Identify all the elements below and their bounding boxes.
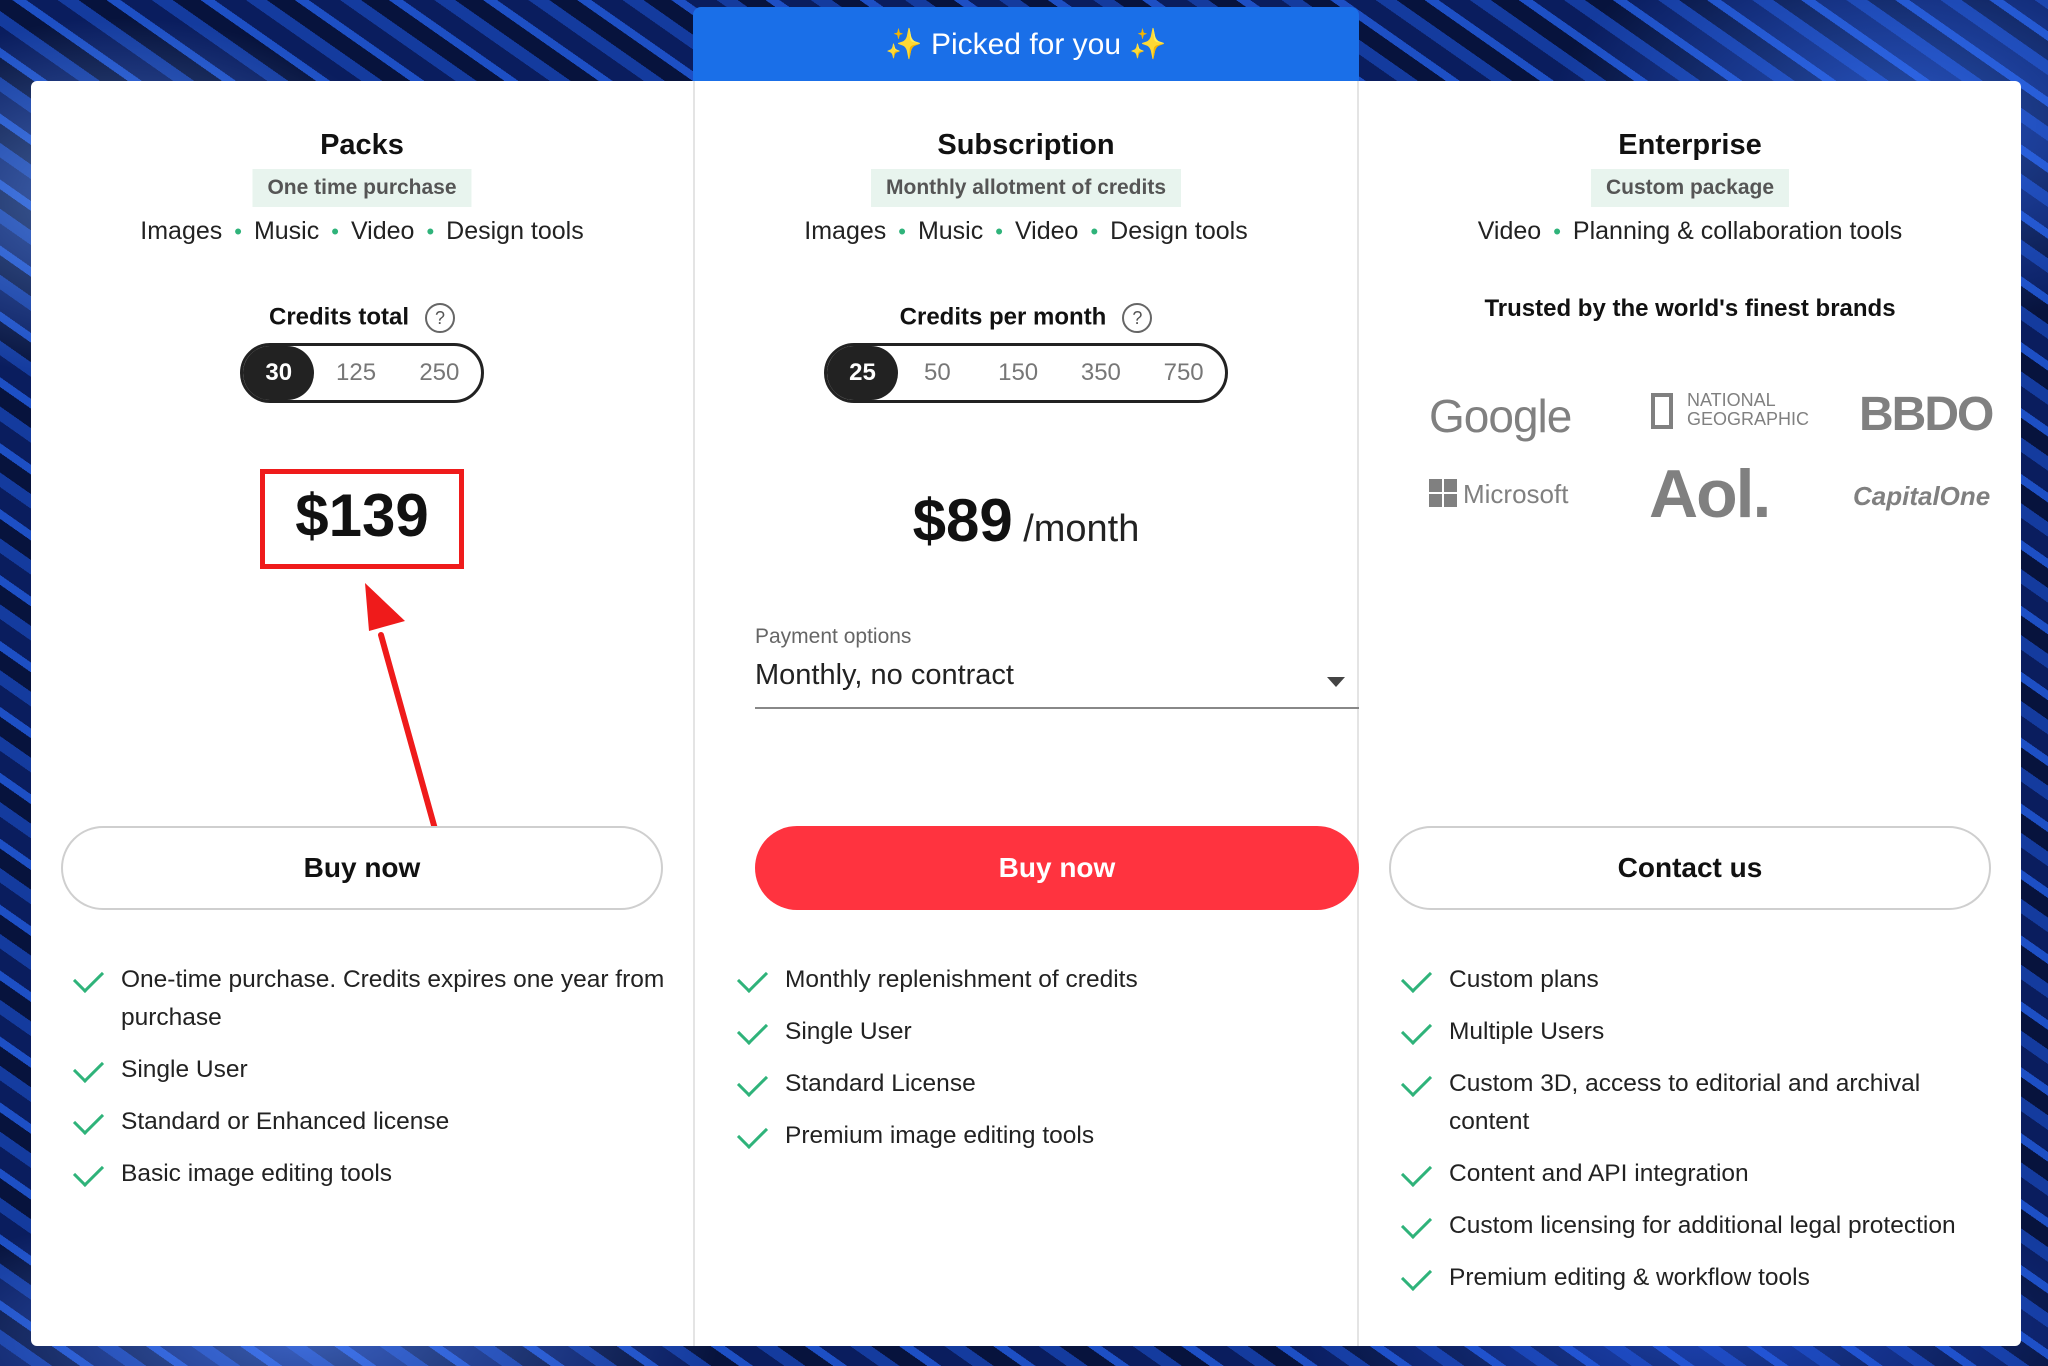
- check-icon: [72, 1051, 105, 1084]
- check-icon: [1400, 961, 1433, 994]
- list-item: Single User: [71, 1051, 673, 1089]
- check-icon: [736, 1117, 769, 1150]
- plan-tag: One time purchase: [252, 169, 472, 207]
- plan-features: Video • Planning & collaboration tools: [1477, 217, 1903, 245]
- list-item: One-time purchase. Credits expires one y…: [71, 961, 673, 1037]
- packs-benefits: One-time purchase. Credits expires one y…: [71, 961, 673, 1207]
- microsoft-logo: Microsoft: [1429, 479, 1568, 510]
- credits-selector: 25 50 150 350 750: [824, 343, 1228, 403]
- credits-option-150[interactable]: 150: [977, 346, 1060, 400]
- credits-option-25[interactable]: 25: [827, 346, 898, 400]
- annotation-box: [260, 469, 464, 569]
- list-item: Standard or Enhanced license: [71, 1103, 673, 1141]
- check-icon: [1400, 1155, 1433, 1188]
- list-item: Custom 3D, access to editorial and archi…: [1399, 1065, 2001, 1141]
- plan-title: Packs: [320, 129, 404, 161]
- picked-for-you-banner: ✨ Picked for you ✨: [693, 7, 1359, 81]
- plan-tag: Custom package: [1590, 169, 1790, 207]
- enterprise-benefits: Custom plans Multiple Users Custom 3D, a…: [1399, 961, 2001, 1311]
- aol-logo: Aol.: [1649, 456, 1771, 532]
- list-item: Monthly replenishment of credits: [735, 961, 1337, 999]
- price: $89 /month: [912, 487, 1140, 554]
- list-item: Custom licensing for additional legal pr…: [1399, 1207, 2001, 1245]
- list-item: Basic image editing tools: [71, 1155, 673, 1193]
- payment-options-select[interactable]: Monthly, no contract: [755, 659, 1359, 709]
- payment-options-label: Payment options: [755, 625, 912, 648]
- check-icon: [736, 1065, 769, 1098]
- check-icon: [1400, 1259, 1433, 1292]
- capitalone-logo: CapitalOne: [1853, 481, 1991, 511]
- credits-selector: 30 125 250: [240, 343, 484, 403]
- list-item: Multiple Users: [1399, 1013, 2001, 1051]
- check-icon: [1400, 1013, 1433, 1046]
- chevron-down-icon: [1327, 677, 1345, 687]
- credits-option-750[interactable]: 750: [1142, 346, 1225, 400]
- list-item: Custom plans: [1399, 961, 2001, 999]
- list-item: Content and API integration: [1399, 1155, 2001, 1193]
- check-icon: [736, 1013, 769, 1046]
- plan-tag: Monthly allotment of credits: [870, 169, 1182, 207]
- check-icon: [736, 961, 769, 994]
- pricing-card: Packs One time purchase Images • Music • Vid…: [31, 81, 2021, 1346]
- bbdo-logo: BBDO: [1859, 388, 1994, 441]
- plan-title: Enterprise: [1618, 129, 1762, 161]
- check-icon: [72, 1103, 105, 1136]
- windows-icon: [1429, 479, 1457, 507]
- plan-features: Images • Music • Video • Design tools: [140, 217, 584, 245]
- banner-label: ✨ Picked for you ✨: [885, 27, 1167, 61]
- help-icon[interactable]: ?: [1122, 303, 1153, 333]
- check-icon: [1400, 1207, 1433, 1240]
- check-icon: [1400, 1065, 1433, 1098]
- check-icon: [72, 961, 105, 994]
- list-item: Premium editing & workflow tools: [1399, 1259, 2001, 1297]
- annotation-arrow: [365, 583, 438, 832]
- list-item: Premium image editing tools: [735, 1117, 1337, 1155]
- list-item: Standard License: [735, 1065, 1337, 1103]
- google-logo: Google: [1429, 390, 1572, 442]
- packs-column: Packs One time purchase Images • Music • Vid…: [31, 81, 693, 1346]
- list-item: Single User: [735, 1013, 1337, 1051]
- check-icon: [72, 1155, 105, 1188]
- help-icon[interactable]: ?: [425, 303, 455, 333]
- natgeo-logo: NATIONAL GEOGRAPHIC: [1651, 391, 1821, 429]
- credits-option-30[interactable]: 30: [243, 346, 315, 400]
- brand-logos: Google NATIONAL GEOGRAPHIC BBDO Microsof…: [1399, 381, 2001, 532]
- credits-option-50[interactable]: 50: [898, 346, 977, 400]
- trusted-heading: Trusted by the world's finest brands: [1484, 295, 1896, 322]
- natgeo-frame-icon: [1651, 393, 1673, 429]
- credits-label: Credits total?: [31, 303, 693, 333]
- packs-buy-now-button[interactable]: Buy now: [61, 826, 663, 910]
- credits-option-125[interactable]: 125: [314, 346, 397, 400]
- credits-option-350[interactable]: 350: [1060, 346, 1143, 400]
- subscription-benefits: Monthly replenishment of credits Single …: [735, 961, 1337, 1169]
- contact-us-button[interactable]: Contact us: [1389, 826, 1991, 910]
- plan-title: Subscription: [937, 129, 1115, 161]
- subscription-column: Subscription Monthly allotment of credit…: [695, 81, 1359, 1346]
- credits-option-250[interactable]: 250: [398, 346, 481, 400]
- subscription-buy-now-button[interactable]: Buy now: [755, 826, 1359, 910]
- credits-label: Credits per month?: [695, 303, 1357, 333]
- enterprise-column: Enterprise Custom package Video • Planning…: [1359, 81, 2021, 1346]
- plan-features: Images • Music • Video • Design tools: [804, 217, 1248, 245]
